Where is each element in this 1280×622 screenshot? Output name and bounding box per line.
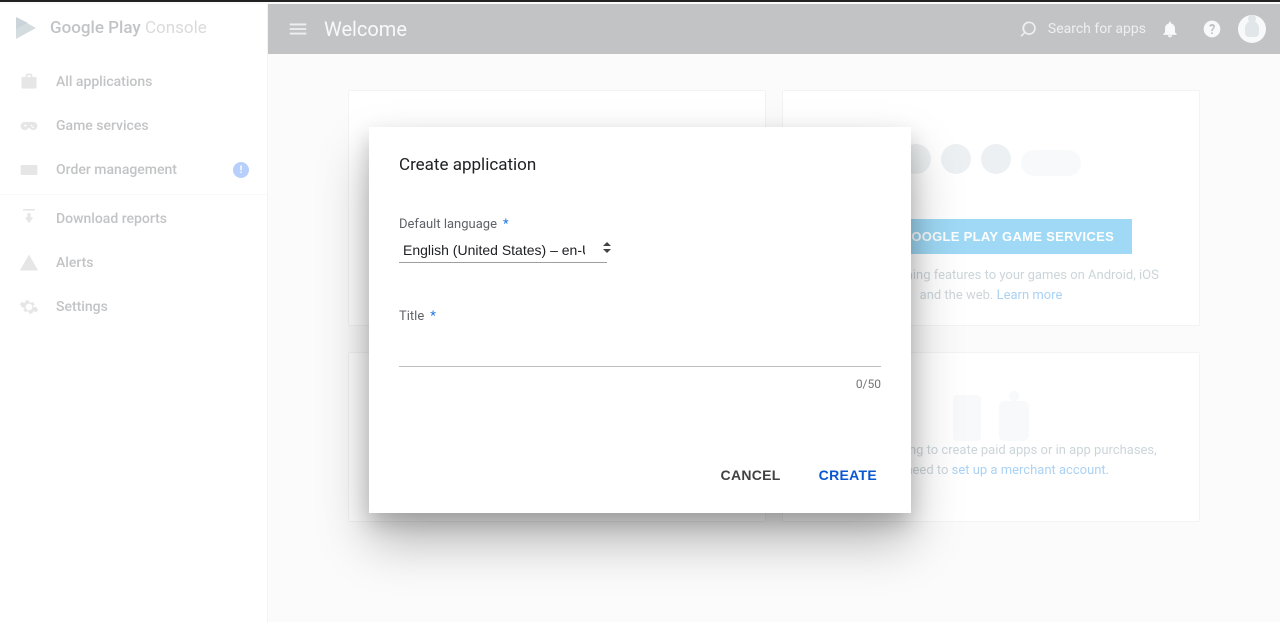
sidebar-separator: [0, 194, 267, 195]
sidebar-item-label: Alerts: [56, 255, 249, 271]
sidebar: Google Play Console All applications Gam…: [0, 4, 268, 622]
alert-badge: !: [233, 162, 249, 178]
bell-icon: [1160, 19, 1180, 39]
default-language-field: Default language* English (United States…: [399, 217, 881, 263]
sidebar-item-label: Game services: [56, 118, 249, 134]
search-icon: [1020, 19, 1040, 39]
required-asterisk: *: [430, 309, 436, 324]
create-application-dialog: Create application Default language* Eng…: [369, 127, 911, 513]
download-icon: [18, 208, 40, 230]
hamburger-button[interactable]: [278, 9, 318, 49]
search-placeholder: Search for apps: [1048, 21, 1146, 37]
sidebar-item-label: Download reports: [56, 211, 249, 227]
title-char-counter: 0/50: [399, 377, 881, 391]
brand-text: Google Play Console: [50, 18, 207, 38]
credit-card-icon: [18, 159, 40, 181]
briefcase-icon: [18, 71, 40, 93]
brand: Google Play Console: [0, 4, 267, 54]
title-label: Title*: [399, 309, 881, 324]
gamepad-icon: [18, 115, 40, 137]
gear-icon: [18, 296, 40, 318]
account-button[interactable]: [1238, 15, 1266, 43]
app-header: Welcome Search for apps: [268, 4, 1280, 54]
person-icon: [1245, 21, 1259, 37]
brand-light: Console: [141, 18, 207, 38]
help-button[interactable]: [1194, 11, 1230, 47]
search-input[interactable]: Search for apps: [1020, 19, 1146, 39]
dialog-title: Create application: [399, 155, 881, 175]
title-input[interactable]: [399, 342, 881, 367]
sidebar-item-all-applications[interactable]: All applications: [0, 60, 267, 104]
title-field: Title* 0/50: [399, 309, 881, 391]
sidebar-item-game-services[interactable]: Game services: [0, 104, 267, 148]
sidebar-item-download-reports[interactable]: Download reports: [0, 197, 267, 241]
help-icon: [1202, 19, 1222, 39]
sidebar-item-settings[interactable]: Settings: [0, 285, 267, 329]
sidebar-item-order-management[interactable]: Order management !: [0, 148, 267, 192]
required-asterisk: *: [503, 217, 509, 232]
sidebar-item-label: Settings: [56, 299, 249, 315]
warning-icon: [18, 252, 40, 274]
cancel-button[interactable]: CANCEL: [717, 461, 785, 489]
play-console-logo-icon: [14, 15, 40, 41]
default-language-select[interactable]: English (United States) – en-US: [399, 238, 607, 263]
default-language-label: Default language*: [399, 217, 881, 232]
dialog-actions: CANCEL CREATE: [399, 461, 881, 489]
sidebar-item-label: All applications: [56, 74, 249, 90]
sidebar-item-label: Order management: [56, 162, 217, 178]
sidebar-list: All applications Game services Order man…: [0, 54, 267, 335]
create-button[interactable]: CREATE: [815, 461, 881, 489]
merchant-setup-link[interactable]: set up a merchant account.: [952, 463, 1109, 478]
learn-more-link[interactable]: Learn more: [997, 288, 1063, 303]
page-title: Welcome: [324, 17, 407, 41]
notifications-button[interactable]: [1152, 11, 1188, 47]
sidebar-item-alerts[interactable]: Alerts: [0, 241, 267, 285]
brand-strong: Google Play: [50, 18, 141, 38]
